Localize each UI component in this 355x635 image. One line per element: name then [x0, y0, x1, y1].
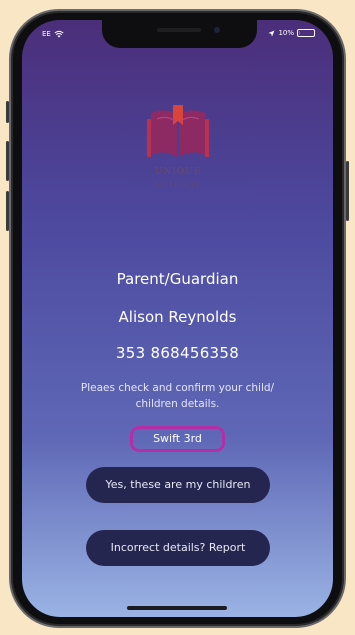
school-logo: UNIQUE SCHOOL [143, 105, 213, 200]
battery-icon [297, 29, 315, 37]
guardian-name: Alison Reynolds [118, 308, 237, 326]
child-entry: Swift 3rd [130, 426, 225, 452]
guardian-phone: 353 868456358 [115, 344, 240, 362]
report-incorrect-button[interactable]: Incorrect details? Report [86, 530, 270, 566]
confirm-message-line-1: Pleaes check and confirm your child/ [80, 382, 275, 394]
status-bar-right: 10% [268, 29, 315, 37]
notch [102, 20, 257, 48]
logo-word-top: UNIQUE [154, 167, 202, 177]
wifi-icon [54, 30, 64, 38]
power-button [346, 161, 349, 221]
battery-fill [299, 31, 300, 35]
battery-percent: 10% [278, 29, 294, 37]
speaker [157, 28, 201, 32]
mute-switch [6, 101, 9, 123]
carrier-label: EE [42, 30, 51, 38]
confirm-message-line-2: children details. [135, 398, 220, 410]
status-bar-left: EE [42, 30, 64, 38]
guardian-role: Parent/Guardian [116, 270, 239, 288]
logo-word-bottom: SCHOOL [154, 181, 202, 191]
app-screen: EE 10% UNIQUE SCHOOL Parent/Guardian Ali… [22, 20, 333, 617]
confirm-message: Pleaes check and confirm your child/ chi… [22, 380, 333, 412]
home-indicator[interactable] [127, 606, 227, 610]
volume-up-button [6, 141, 9, 181]
camera [214, 27, 220, 33]
volume-down-button [6, 191, 9, 231]
location-arrow-icon [268, 30, 275, 36]
book-logo-icon [147, 105, 209, 157]
confirm-children-button[interactable]: Yes, these are my children [86, 467, 270, 503]
